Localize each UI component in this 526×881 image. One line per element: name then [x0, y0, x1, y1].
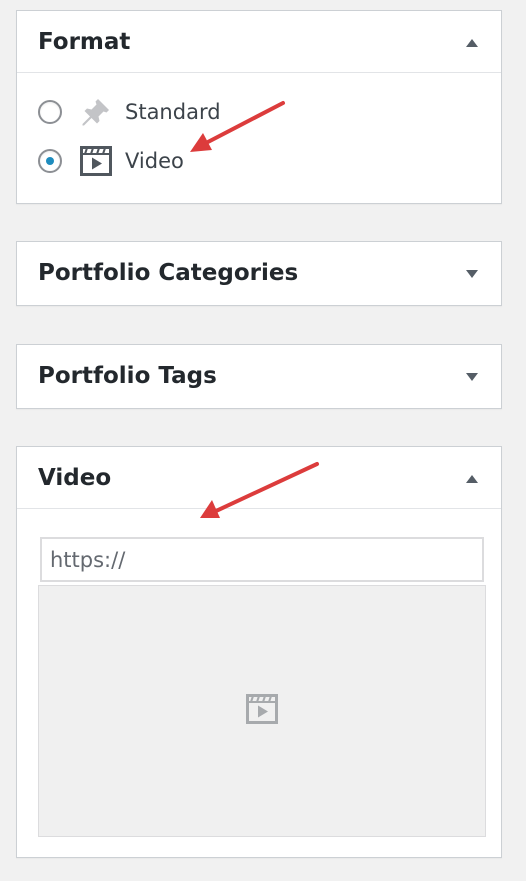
portfolio-categories-box: Portfolio Categories — [16, 241, 502, 306]
format-box: Format Standard Video — [16, 10, 502, 204]
portfolio-tags-title: Portfolio Tags — [38, 363, 217, 389]
format-label-standard: Standard — [125, 100, 221, 124]
video-box-title: Video — [38, 465, 112, 491]
format-box-title: Format — [38, 29, 131, 55]
arrow-down-icon[interactable] — [465, 369, 479, 383]
format-option-standard[interactable]: Standard — [38, 96, 221, 128]
sidebar-metaboxes: Format Standard Video Portfolio Categori… — [0, 0, 526, 881]
video-box-header[interactable]: Video — [17, 447, 501, 509]
portfolio-categories-header[interactable]: Portfolio Categories — [17, 242, 501, 304]
arrow-up-icon[interactable] — [465, 35, 479, 49]
video-url-input[interactable] — [40, 537, 484, 582]
format-option-video[interactable]: Video — [38, 145, 184, 177]
arrow-down-icon[interactable] — [465, 266, 479, 280]
video-box: Video — [16, 446, 502, 858]
arrow-up-icon[interactable] — [465, 471, 479, 485]
format-box-header[interactable]: Format — [17, 11, 501, 73]
video-icon — [246, 694, 278, 728]
video-preview — [38, 585, 486, 837]
pin-icon — [80, 96, 112, 128]
format-radio-video[interactable] — [38, 149, 62, 173]
portfolio-categories-title: Portfolio Categories — [38, 260, 299, 286]
portfolio-tags-box: Portfolio Tags — [16, 344, 502, 409]
format-label-video: Video — [125, 149, 184, 173]
video-icon — [80, 145, 112, 177]
portfolio-tags-header[interactable]: Portfolio Tags — [17, 345, 501, 407]
format-radio-standard[interactable] — [38, 100, 62, 124]
